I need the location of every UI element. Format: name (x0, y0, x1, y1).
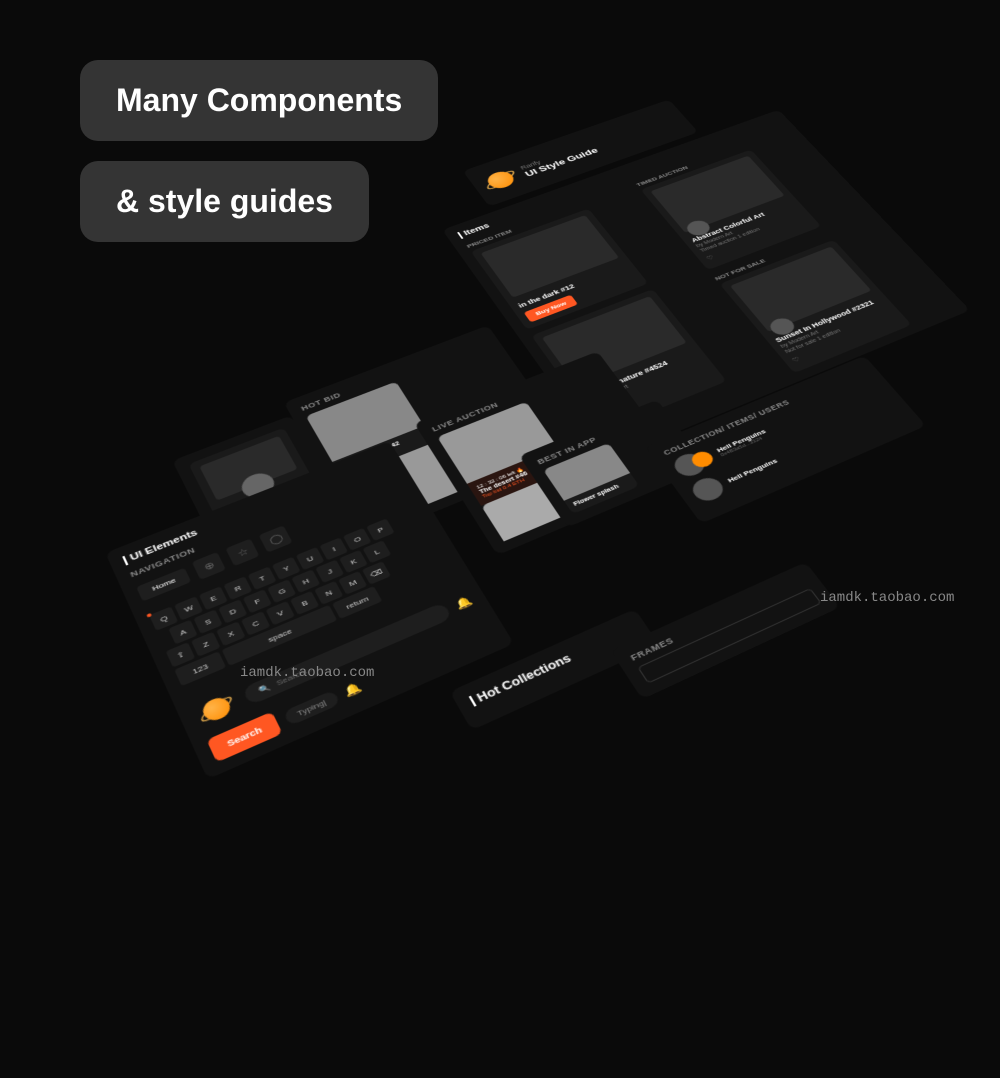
like-badge[interactable]: ♡ (791, 356, 802, 364)
watermark: iamdk.taobao.com (240, 665, 374, 681)
overlay-line2: & style guides (80, 161, 369, 242)
watermark: iamdk.taobao.com (820, 590, 954, 606)
avatar (688, 474, 728, 504)
overlay-line1: Many Components (80, 60, 438, 141)
bell-icon[interactable]: 🔔 (342, 680, 364, 699)
star-icon[interactable]: ☆ (226, 538, 260, 566)
planet-icon (195, 690, 239, 728)
user-icon[interactable]: ◯ (259, 525, 293, 552)
bell-icon[interactable]: 🔔 (453, 594, 475, 611)
compass-icon[interactable]: ⊕ (192, 552, 226, 580)
like-badge[interactable]: ♡ (705, 254, 715, 261)
search-icon: 🔍 (257, 682, 272, 694)
item-image (481, 215, 619, 298)
frame-placeholder (637, 588, 822, 684)
overlay-badges: Many Components & style guides (80, 60, 438, 262)
collection-name: Hell Penguins (726, 457, 779, 484)
planet-logo-icon (479, 166, 522, 194)
